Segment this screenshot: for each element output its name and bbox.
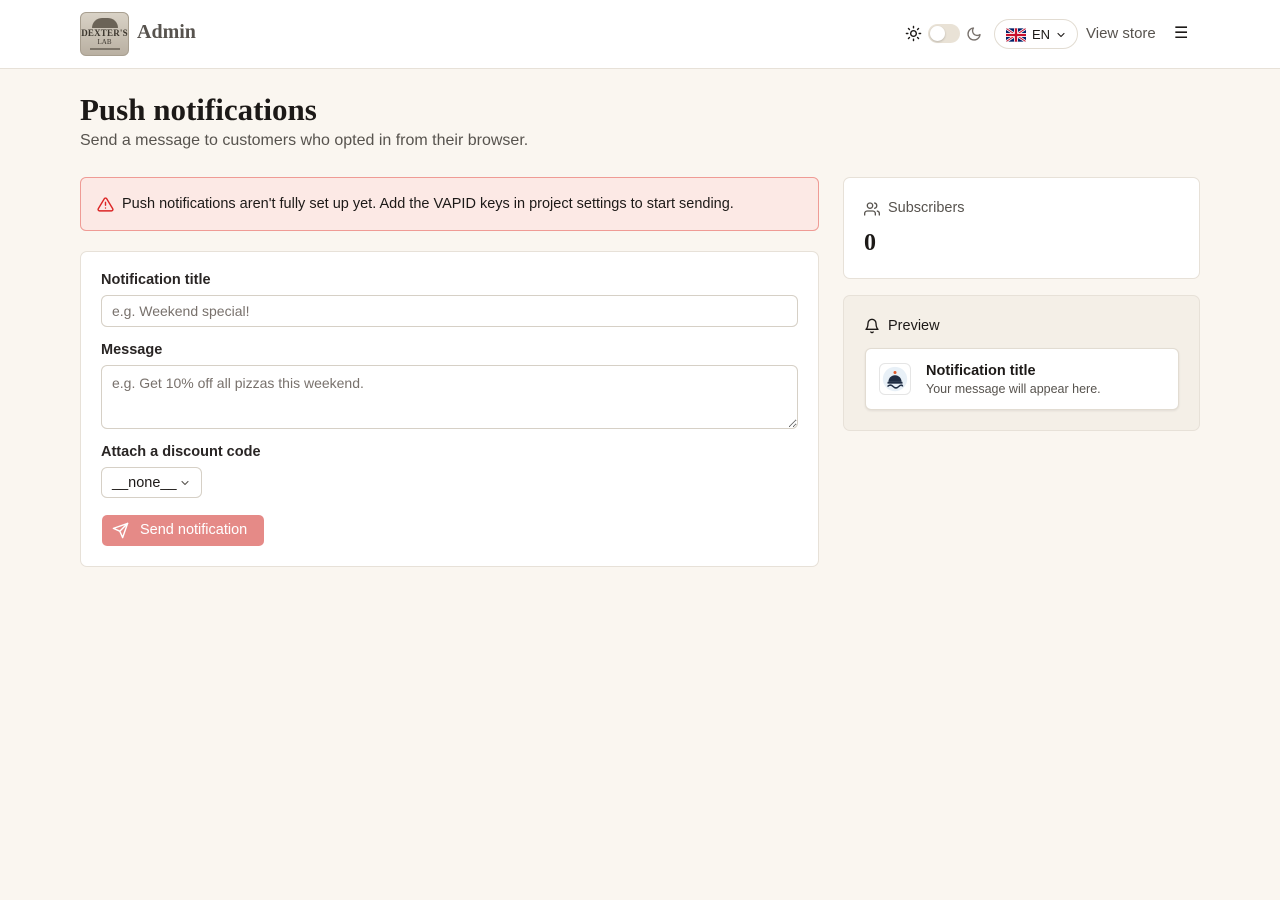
top-header: DEXTER'S LAB Admin EN View store ☰ [0, 0, 1280, 69]
logo-text-bottom: LAB [97, 38, 112, 46]
setup-warning-alert: Push notifications aren't fully set up y… [80, 177, 819, 231]
preview-label: Preview [888, 318, 940, 334]
preview-card: Preview Notification title Your message … [843, 295, 1200, 431]
alert-text: Push notifications aren't fully set up y… [122, 196, 734, 212]
discount-label: Attach a discount code [101, 444, 261, 460]
message-textarea[interactable] [101, 365, 798, 429]
subscribers-card: Subscribers 0 [843, 177, 1200, 279]
users-icon [864, 202, 880, 216]
send-notification-button[interactable]: Send notification [102, 515, 264, 546]
discount-selected-value: __none__ [112, 475, 177, 491]
logo-text-top: DEXTER'S [81, 28, 128, 38]
language-selector[interactable]: EN [994, 19, 1078, 49]
sun-icon[interactable] [905, 25, 922, 42]
page-subtitle: Send a message to customers who opted in… [80, 132, 529, 149]
send-button-label: Send notification [140, 522, 248, 538]
subscribers-label: Subscribers [888, 200, 965, 216]
preview-notification-title: Notification title [926, 363, 1036, 379]
language-code: EN [1032, 27, 1051, 42]
message-label: Message [101, 342, 163, 358]
title-label: Notification title [101, 272, 211, 288]
brand-title: Admin [137, 21, 196, 43]
notification-title-input[interactable] [101, 295, 798, 327]
bell-icon [865, 318, 879, 334]
uk-flag-icon [1006, 28, 1026, 42]
notification-form: Notification title Message Attach a disc… [80, 251, 819, 567]
send-icon [112, 522, 129, 539]
moon-icon[interactable] [966, 26, 982, 42]
warning-triangle-icon [97, 197, 114, 212]
app-icon [879, 363, 911, 395]
theme-toggle-knob [930, 26, 945, 41]
view-store-link[interactable]: View store [1086, 25, 1156, 42]
page-title: Push notifications [80, 92, 317, 127]
notification-preview: Notification title Your message will app… [865, 348, 1179, 410]
chevron-down-icon [181, 480, 189, 486]
store-logo[interactable]: DEXTER'S LAB [80, 12, 129, 56]
logo-underline [89, 48, 120, 50]
preview-notification-message: Your message will appear here. [926, 382, 1101, 396]
hamburger-menu-icon[interactable]: ☰ [1174, 25, 1190, 43]
chevron-down-icon [1057, 32, 1065, 38]
logo-arch [91, 18, 118, 28]
theme-toggle[interactable] [928, 24, 960, 43]
subscribers-count: 0 [864, 230, 876, 256]
discount-code-select[interactable]: __none__ [101, 467, 202, 498]
